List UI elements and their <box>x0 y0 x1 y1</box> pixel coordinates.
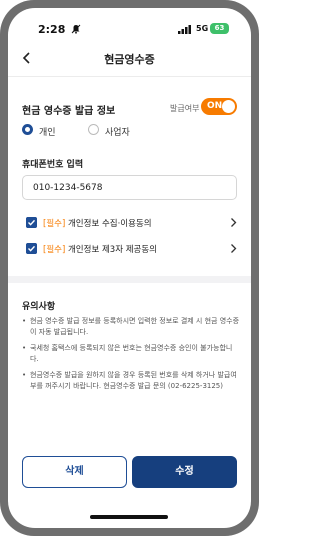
chevron-right-icon[interactable] <box>230 217 237 228</box>
signal-icon <box>178 25 191 34</box>
radio-personal[interactable] <box>22 124 33 135</box>
required-tag: [필수] <box>43 219 66 229</box>
radio-personal-label: 개인 <box>39 128 56 138</box>
radio-business-label: 사업자 <box>105 128 130 138</box>
toggle-label: 발급여부 <box>170 104 200 113</box>
header: 현금영수증 <box>8 40 251 77</box>
agreement-text: 개인정보 수집·이용동의 <box>67 219 152 229</box>
issue-toggle[interactable]: ON <box>201 98 237 115</box>
section-divider <box>8 276 251 283</box>
notice-list: 현금 영수증 발급 정보를 등록하시면 입력한 정보로 결제 시 현금 영수증이… <box>22 316 240 397</box>
agreement-label: [필수] 개인정보 수집·이용동의 <box>43 217 152 229</box>
agreement-row[interactable]: [필수] 개인정보 수집·이용동의 <box>22 216 237 230</box>
checkbox-icon[interactable] <box>26 243 37 254</box>
battery-icon: 63 <box>210 23 229 34</box>
status-bar: 2:28 5G 63 <box>8 8 251 38</box>
agreement-text: 개인정보 제3자 제공동의 <box>67 245 157 255</box>
edit-button[interactable]: 수정 <box>132 456 237 488</box>
notice-title: 유의사항 <box>22 302 56 312</box>
delete-button[interactable]: 삭제 <box>22 456 127 488</box>
bell-mute-icon <box>71 24 81 34</box>
checkbox-icon[interactable] <box>26 217 37 228</box>
radio-business[interactable] <box>88 124 99 135</box>
section-title: 현금 영수증 발급 정보 <box>22 106 116 117</box>
toggle-state: ON <box>207 101 223 111</box>
notice-item: 국세청 홈택스에 등록되지 않은 번호는 현금영수증 승인이 불가능합니다. <box>22 343 240 365</box>
required-tag: [필수] <box>43 245 66 255</box>
network-label: 5G <box>196 24 209 33</box>
page-title: 현금영수증 <box>104 53 155 66</box>
chevron-right-icon[interactable] <box>230 243 237 254</box>
status-time: 2:28 <box>38 23 66 36</box>
toggle-knob <box>222 100 235 113</box>
agreement-label: [필수] 개인정보 제3자 제공동의 <box>43 243 157 255</box>
phone-input[interactable] <box>22 175 237 200</box>
screen: 2:28 5G 63 현금영수증 현금 영수증 발급 정보 발급여부 ON 개인… <box>8 8 251 528</box>
phone-frame: 2:28 5G 63 현금영수증 현금 영수증 발급 정보 발급여부 ON 개인… <box>0 0 259 536</box>
phone-label: 휴대폰번호 입력 <box>22 160 84 170</box>
notice-item: 현금 영수증 발급 정보를 등록하시면 입력한 정보로 결제 시 현금 영수증이… <box>22 316 240 338</box>
home-indicator <box>90 515 168 519</box>
agreement-row[interactable]: [필수] 개인정보 제3자 제공동의 <box>22 242 237 256</box>
notice-item: 현금영수증 발급을 원하지 않을 경우 등록된 번호를 삭제 하거나 발급여부를… <box>22 370 240 392</box>
